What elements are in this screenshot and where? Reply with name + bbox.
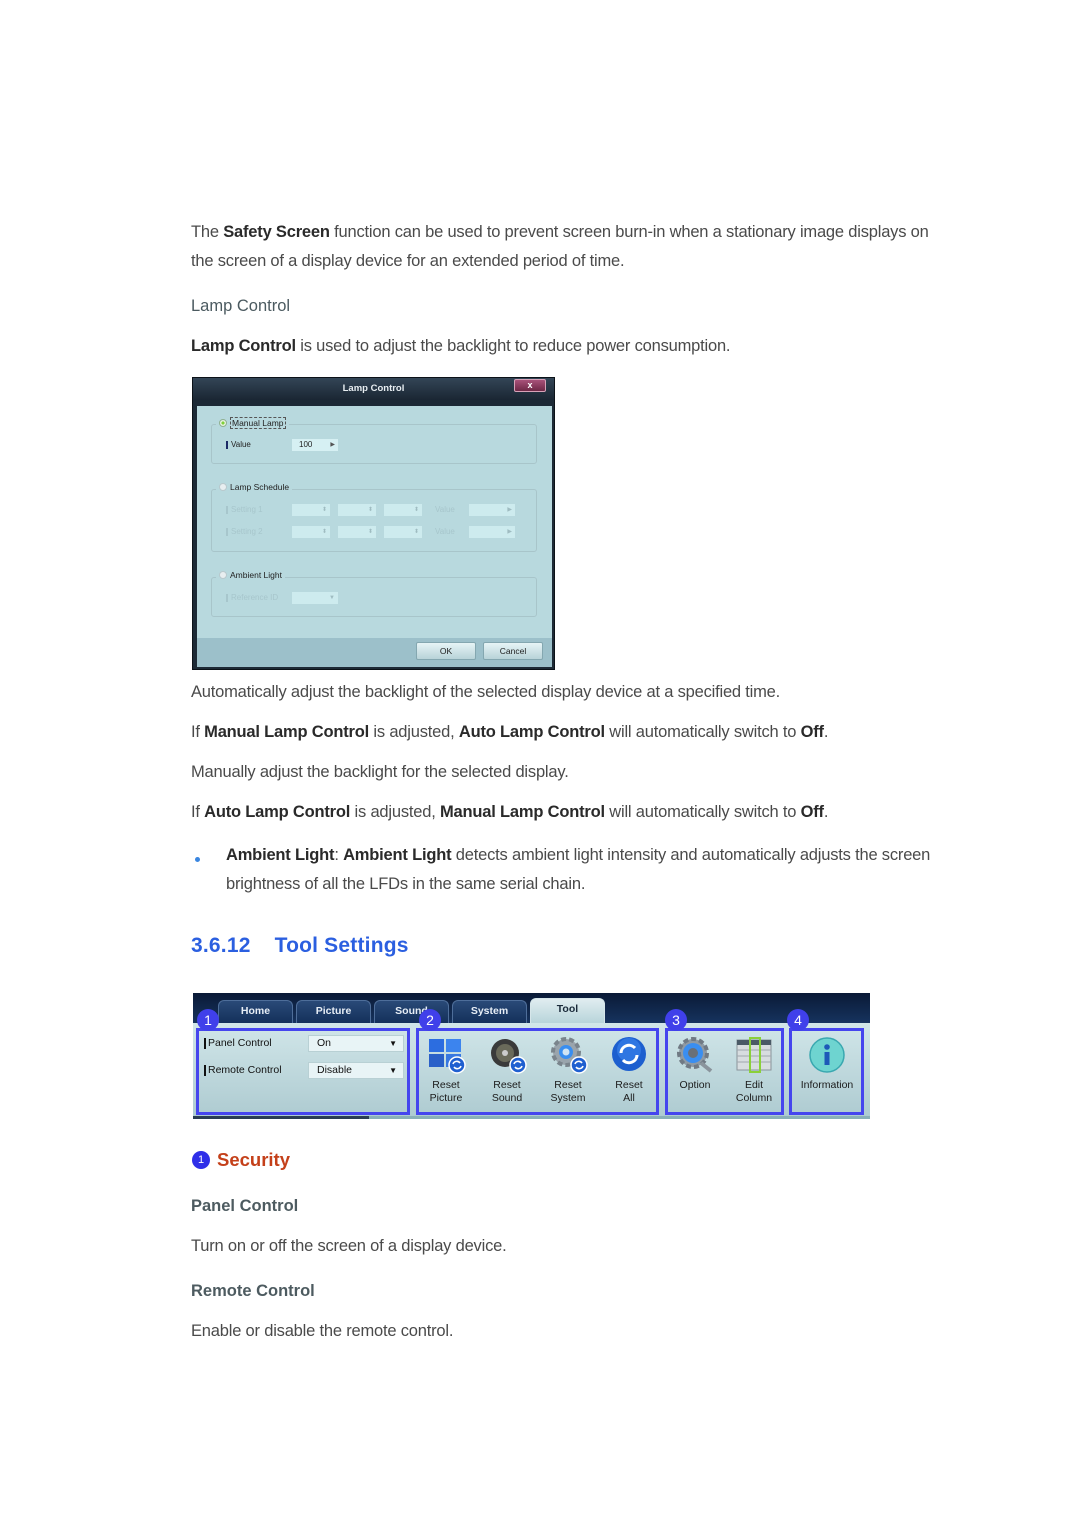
option-button[interactable]: Option: [665, 1035, 725, 1092]
remote-control-heading: Remote Control: [191, 1282, 315, 1300]
reference-id-dropdown[interactable]: ▼: [292, 592, 338, 604]
reset-sound-button[interactable]: Reset Sound: [477, 1035, 537, 1105]
tab-system[interactable]: System: [452, 1000, 527, 1023]
lamp-schedule-radio[interactable]: [219, 483, 227, 491]
manual-lamp-note: If Manual Lamp Control is adjusted, Auto…: [191, 723, 829, 741]
setting-2-value[interactable]: ▶: [469, 526, 515, 538]
dialog-title: Lamp Control: [193, 378, 554, 400]
callout-3: 3: [665, 1009, 687, 1031]
remote-control-select[interactable]: Disable ▼: [308, 1062, 404, 1079]
edit-column-button[interactable]: Edit Column: [724, 1035, 784, 1105]
lamp-schedule-group: Lamp Schedule Setting 1 ⬍ ⬍ ⬍ Value ▶ Se…: [211, 482, 537, 552]
ok-button[interactable]: OK: [416, 642, 476, 660]
option-gear-icon: [675, 1035, 715, 1075]
chevron-down-icon: ▼: [389, 1066, 397, 1075]
setting-2-value-label: Value: [435, 527, 455, 536]
tab-home[interactable]: Home: [218, 1000, 293, 1023]
ambient-light-label: Ambient Light: [230, 570, 282, 580]
panel-control-heading: Panel Control: [191, 1197, 299, 1215]
intro-paragraph: The Safety Screen function can be used t…: [191, 223, 929, 270]
setting-2-ampm[interactable]: ⬍: [384, 526, 422, 538]
panel-control-select[interactable]: On ▼: [308, 1035, 404, 1052]
auto-adjust-text: Automatically adjust the backlight of th…: [191, 683, 781, 701]
remote-control-label: Remote Control: [204, 1064, 282, 1076]
tab-picture[interactable]: Picture: [296, 1000, 371, 1023]
information-icon: [807, 1035, 847, 1075]
reset-system-button[interactable]: Reset System: [538, 1035, 598, 1105]
setting-1-hour[interactable]: ⬍: [292, 504, 330, 516]
bullet-icon: [195, 857, 200, 862]
ambient-light-group: Ambient Light Reference ID ▼: [211, 570, 537, 617]
manual-lamp-group: Manual Lamp Value 100 ▶: [211, 417, 537, 464]
value-label: Value: [226, 440, 251, 449]
reference-id-label: Reference ID: [226, 593, 278, 602]
reset-all-button[interactable]: Reset All: [599, 1035, 659, 1105]
reset-all-icon: [609, 1035, 649, 1075]
reset-picture-icon: [426, 1035, 466, 1075]
remote-control-description: Enable or disable the remote control.: [191, 1322, 454, 1340]
lamp-control-heading: Lamp Control: [191, 297, 291, 315]
chevron-down-icon: ▼: [329, 595, 335, 601]
setting-1-ampm[interactable]: ⬍: [384, 504, 422, 516]
manual-lamp-radio[interactable]: [219, 419, 227, 427]
reset-system-icon: [548, 1035, 588, 1075]
edit-column-icon: [734, 1035, 774, 1075]
security-heading: 1 Security: [192, 1149, 290, 1171]
manual-lamp-label: Manual Lamp: [230, 417, 286, 429]
callout-badge: 1: [192, 1151, 210, 1169]
lamp-schedule-label: Lamp Schedule: [230, 482, 290, 492]
setting-1-label: Setting 1: [226, 505, 263, 514]
setting-1-minute[interactable]: ⬍: [338, 504, 376, 516]
manual-adjust-text: Manually adjust the backlight for the se…: [191, 763, 569, 781]
manual-value-field[interactable]: 100 ▶: [292, 439, 338, 451]
tool-ribbon-screenshot: Home Picture Sound System Tool 1 2 3 4 P…: [193, 993, 870, 1119]
callout-2: 2: [419, 1009, 441, 1031]
section-title: 3.6.12 Tool Settings: [191, 934, 409, 957]
setting-2-minute[interactable]: ⬍: [338, 526, 376, 538]
safety-screen-term: Safety Screen: [223, 223, 330, 241]
panel-control-description: Turn on or off the screen of a display d…: [191, 1237, 507, 1255]
setting-1-value[interactable]: ▶: [469, 504, 515, 516]
lamp-control-description: Lamp Control is used to adjust the backl…: [191, 337, 731, 355]
panel-control-label: Panel Control: [204, 1037, 272, 1049]
setting-2-hour[interactable]: ⬍: [292, 526, 330, 538]
setting-2-label: Setting 2: [226, 527, 263, 536]
callout-1: 1: [197, 1009, 219, 1031]
dialog-body: Manual Lamp Value 100 ▶ Lamp Schedule Set…: [197, 406, 552, 638]
callout-4: 4: [787, 1009, 809, 1031]
tab-tool[interactable]: Tool: [530, 998, 605, 1023]
lamp-control-dialog: Lamp Control x Manual Lamp Value 100 ▶ La…: [192, 377, 555, 670]
chevron-down-icon: ▼: [389, 1039, 397, 1048]
auto-lamp-note: If Auto Lamp Control is adjusted, Manual…: [191, 803, 829, 821]
ambient-light-radio[interactable]: [219, 571, 227, 579]
cancel-button[interactable]: Cancel: [483, 642, 543, 660]
reset-sound-icon: [487, 1035, 527, 1075]
information-button[interactable]: Information: [794, 1035, 860, 1092]
ambient-light-bullet: Ambient Light: Ambient Light detects amb…: [226, 846, 931, 893]
reset-picture-button[interactable]: Reset Picture: [416, 1035, 476, 1105]
setting-1-value-label: Value: [435, 505, 455, 514]
close-button[interactable]: x: [514, 379, 546, 392]
right-arrow-icon[interactable]: ▶: [330, 439, 335, 451]
